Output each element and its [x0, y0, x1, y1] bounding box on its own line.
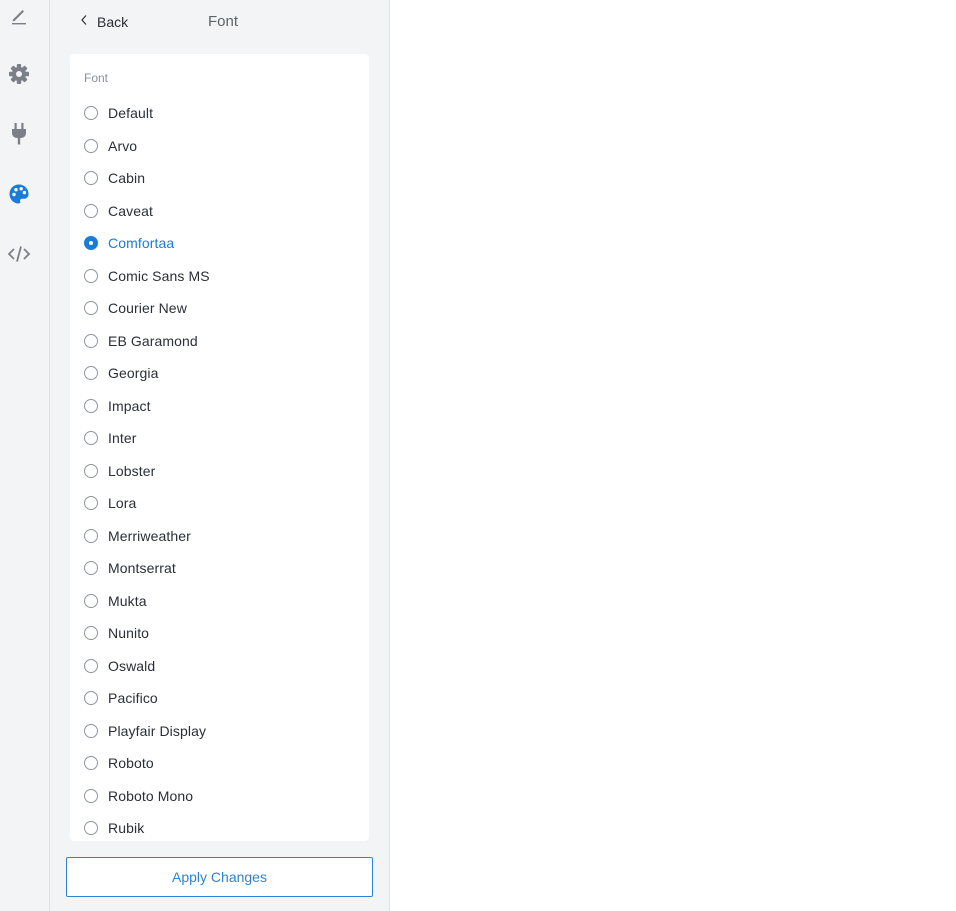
font-option[interactable]: Comfortaa	[84, 227, 364, 260]
font-option-label: Courier New	[108, 300, 187, 317]
radio-button[interactable]	[84, 366, 98, 381]
chevron-left-icon	[80, 13, 88, 31]
radio-button[interactable]	[84, 723, 98, 738]
font-option-label: Playfair Display	[108, 722, 207, 739]
radio-button[interactable]	[84, 301, 98, 316]
font-option[interactable]: Comic Sans MS	[84, 260, 364, 293]
font-option[interactable]: Oswald	[84, 650, 364, 683]
radio-button[interactable]	[84, 203, 98, 218]
font-option-label: Lobster	[108, 462, 156, 479]
radio-button[interactable]	[84, 106, 98, 121]
font-option-list: Default Arvo Cabin Caveat Comfortaa Comic San…	[84, 97, 364, 845]
radio-button[interactable]	[84, 788, 98, 803]
font-option[interactable]: Merriweather	[84, 520, 364, 553]
font-option[interactable]: Lobster	[84, 455, 364, 488]
font-settings-panel: Back Font Font Default Arvo Cabin Caveat Com…	[50, 0, 390, 911]
font-option-label: Pacifico	[108, 690, 158, 707]
font-option[interactable]: Arvo	[84, 130, 364, 163]
font-option[interactable]: Pacifico	[84, 682, 364, 715]
font-option-label: Oswald	[108, 657, 156, 674]
font-option[interactable]: Impact	[84, 390, 364, 423]
code-icon[interactable]	[7, 242, 31, 266]
radio-button[interactable]	[84, 691, 98, 706]
radio-button[interactable]	[84, 398, 98, 413]
font-option-label: Montserrat	[108, 560, 176, 577]
font-option[interactable]: Lora	[84, 487, 364, 520]
font-option[interactable]: EB Garamond	[84, 325, 364, 358]
font-option-label: Default	[108, 105, 154, 122]
font-option-label: Merriweather	[108, 527, 191, 544]
font-option-label: Arvo	[108, 137, 138, 154]
font-option[interactable]: Georgia	[84, 357, 364, 390]
font-option[interactable]: Nunito	[84, 617, 364, 650]
radio-button[interactable]	[84, 821, 98, 836]
radio-button[interactable]	[84, 236, 98, 251]
font-option-label: EB Garamond	[108, 332, 198, 349]
font-option-label: Comic Sans MS	[108, 267, 210, 284]
font-option-label: Caveat	[108, 202, 153, 219]
font-option-label: Nunito	[108, 625, 150, 642]
radio-button[interactable]	[84, 463, 98, 478]
radio-button[interactable]	[84, 593, 98, 608]
font-option-label: Cabin	[108, 170, 146, 187]
radio-button[interactable]	[84, 561, 98, 576]
radio-button[interactable]	[84, 756, 98, 771]
font-option[interactable]: Cabin	[84, 162, 364, 195]
radio-button[interactable]	[84, 138, 98, 153]
font-option-label: Lora	[108, 495, 137, 512]
radio-button[interactable]	[84, 496, 98, 511]
radio-button[interactable]	[84, 333, 98, 348]
font-option[interactable]: Roboto	[84, 747, 364, 780]
font-option-label: Georgia	[108, 365, 159, 382]
radio-button[interactable]	[84, 171, 98, 186]
font-option-label: Mukta	[108, 592, 147, 609]
plug-icon[interactable]	[7, 122, 31, 146]
gear-icon[interactable]	[7, 62, 31, 86]
font-option-label: Inter	[108, 430, 137, 447]
icon-rail	[0, 0, 50, 911]
font-option[interactable]: Caveat	[84, 195, 364, 228]
radio-button[interactable]	[84, 626, 98, 641]
font-option-label: Rubik	[108, 820, 145, 837]
font-option[interactable]: Courier New	[84, 292, 364, 325]
apply-changes-button[interactable]: Apply Changes	[66, 857, 373, 897]
font-option-label: Roboto Mono	[108, 787, 194, 804]
radio-button[interactable]	[84, 268, 98, 283]
font-option-label: Impact	[108, 397, 151, 414]
palette-icon[interactable]	[7, 182, 31, 206]
font-option[interactable]: Default	[84, 97, 364, 130]
font-option[interactable]: Roboto Mono	[84, 780, 364, 813]
radio-button[interactable]	[84, 431, 98, 446]
back-button[interactable]: Back	[80, 12, 128, 32]
radio-button[interactable]	[84, 658, 98, 673]
back-button-label: Back	[97, 14, 129, 30]
font-option-label: Comfortaa	[108, 235, 175, 252]
font-picker-label: Font	[84, 71, 109, 85]
font-option[interactable]: Mukta	[84, 585, 364, 618]
panel-title: Font	[208, 13, 239, 30]
font-option-label: Roboto	[108, 755, 154, 772]
font-option[interactable]: Montserrat	[84, 552, 364, 585]
panel-header: Back Font	[50, 0, 389, 44]
font-picker-card: Font Default Arvo Cabin Caveat Comfortaa Comi…	[70, 54, 369, 841]
font-option[interactable]: Inter	[84, 422, 364, 455]
font-option[interactable]: Playfair Display	[84, 715, 364, 748]
font-option[interactable]: Rubik	[84, 812, 364, 845]
pencil-icon[interactable]	[7, 3, 31, 27]
radio-button[interactable]	[84, 528, 98, 543]
